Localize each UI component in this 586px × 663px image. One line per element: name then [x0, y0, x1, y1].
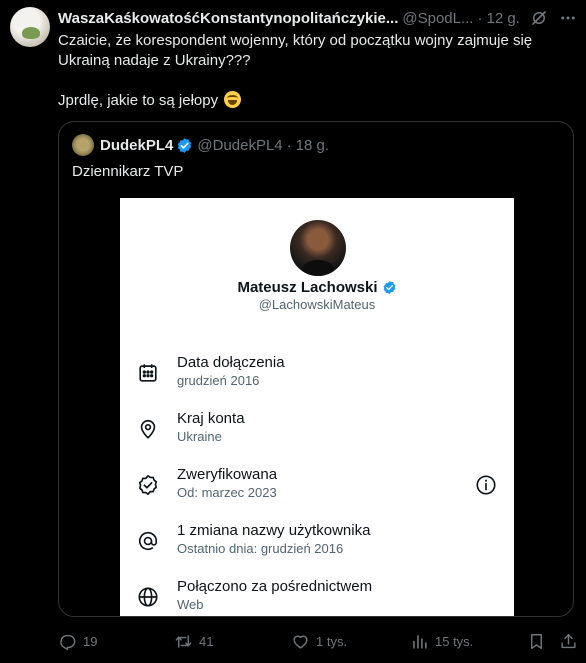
tweet-header: WaszaKaśkowatośćKonstantynopolitańczykie… [58, 8, 578, 28]
share-icon [561, 633, 576, 648]
quoted-separator: · [286, 136, 292, 154]
info-row-subtitle: Ostatnio dnia: grudzień 2016 [177, 541, 344, 556]
info-row-username-changes: 1 zmiana nazwy użytkownika Ostatnio dnia… [120, 522, 514, 562]
info-row-title: Zweryfikowana [177, 466, 278, 483]
info-row-subtitle: grudzień 2016 [177, 373, 260, 388]
quoted-timestamp[interactable]: 18 g. [296, 137, 329, 154]
verified-badge-icon [178, 137, 192, 153]
calendar-icon [139, 364, 157, 382]
info-row-subtitle: Od: marzec 2023 [177, 485, 277, 500]
views-button[interactable]: 15 tys. [410, 630, 473, 652]
reply-button[interactable]: 19 [58, 630, 97, 652]
repost-button[interactable]: 41 [174, 630, 213, 652]
info-row-joined: Data dołączenia grudzień 2016 [120, 354, 514, 394]
tweet-timestamp[interactable]: 12 g. [486, 10, 519, 27]
profile-info-screenshot[interactable]: Mateusz Lachowski @LachowskiMateus Data … [120, 198, 514, 616]
quoted-tweet-text: Dziennikarz TVP [72, 163, 184, 180]
info-row-title: 1 zmiana nazwy użytkownika [177, 522, 371, 539]
author-name[interactable]: WaszaKaśkowatośćKonstantynopolitańczykie… [58, 10, 398, 27]
tweet-text: Czaicie, że korespondent wojenny, który … [58, 32, 533, 109]
bookmark-icon [531, 633, 542, 649]
tweet-actions: 19 41 1 tys. 15 tys. [58, 630, 578, 652]
at-sign-icon [138, 531, 158, 551]
verified-badge-icon [138, 475, 158, 495]
author-avatar[interactable] [10, 7, 50, 47]
info-row-verified: Zweryfikowana Od: marzec 2023 [120, 466, 514, 506]
quoted-author-avatar[interactable] [72, 134, 94, 156]
quoted-author-name[interactable]: DudekPL4 [100, 137, 173, 154]
more-options-icon[interactable] [558, 9, 578, 27]
views-chart-icon [413, 634, 427, 649]
reply-count: 19 [83, 633, 98, 649]
repost-count: 41 [199, 633, 214, 649]
reply-icon [60, 634, 76, 650]
grok-icon[interactable] [530, 9, 548, 27]
quoted-tweet-header: DudekPL4 @DudekPL4 · 18 g. [100, 135, 329, 155]
info-row-connected-via: Połączono za pośrednictwem Web [120, 578, 514, 616]
like-button[interactable]: 1 tys. [291, 630, 347, 652]
header-separator: · [477, 9, 483, 27]
view-count: 15 tys. [435, 633, 474, 649]
location-pin-icon [140, 419, 156, 439]
info-row-title: Kraj konta [177, 410, 245, 427]
profile-handle: @LachowskiMateus [258, 297, 376, 312]
info-row-title: Połączono za pośrednictwem [177, 578, 373, 595]
info-row-country: Kraj konta Ukraine [120, 410, 514, 450]
profile-name-row: Mateusz Lachowski [120, 279, 514, 296]
info-row-title: Data dołączenia [177, 354, 285, 371]
info-row-subtitle: Ukraine [177, 429, 222, 444]
profile-name: Mateusz Lachowski [237, 279, 378, 296]
verified-badge-icon [383, 280, 395, 295]
profile-photo [290, 220, 346, 276]
info-row-subtitle: Web [177, 597, 204, 612]
author-handle[interactable]: @SpodL... [402, 10, 473, 27]
globe-icon [138, 587, 158, 607]
share-button[interactable] [559, 630, 578, 652]
tweet-text-block: Czaicie, że korespondent wojenny, który … [58, 31, 573, 111]
grinning-squinting-face-icon [224, 91, 242, 108]
bookmark-button[interactable] [527, 630, 546, 652]
heart-icon [293, 635, 308, 649]
info-icon[interactable] [475, 474, 497, 496]
like-count: 1 tys. [316, 633, 348, 649]
quoted-author-handle[interactable]: @DudekPL4 [197, 137, 282, 154]
quoted-tweet[interactable]: DudekPL4 @DudekPL4 · 18 g. Dziennikarz T… [58, 121, 574, 617]
repost-icon [175, 634, 192, 648]
